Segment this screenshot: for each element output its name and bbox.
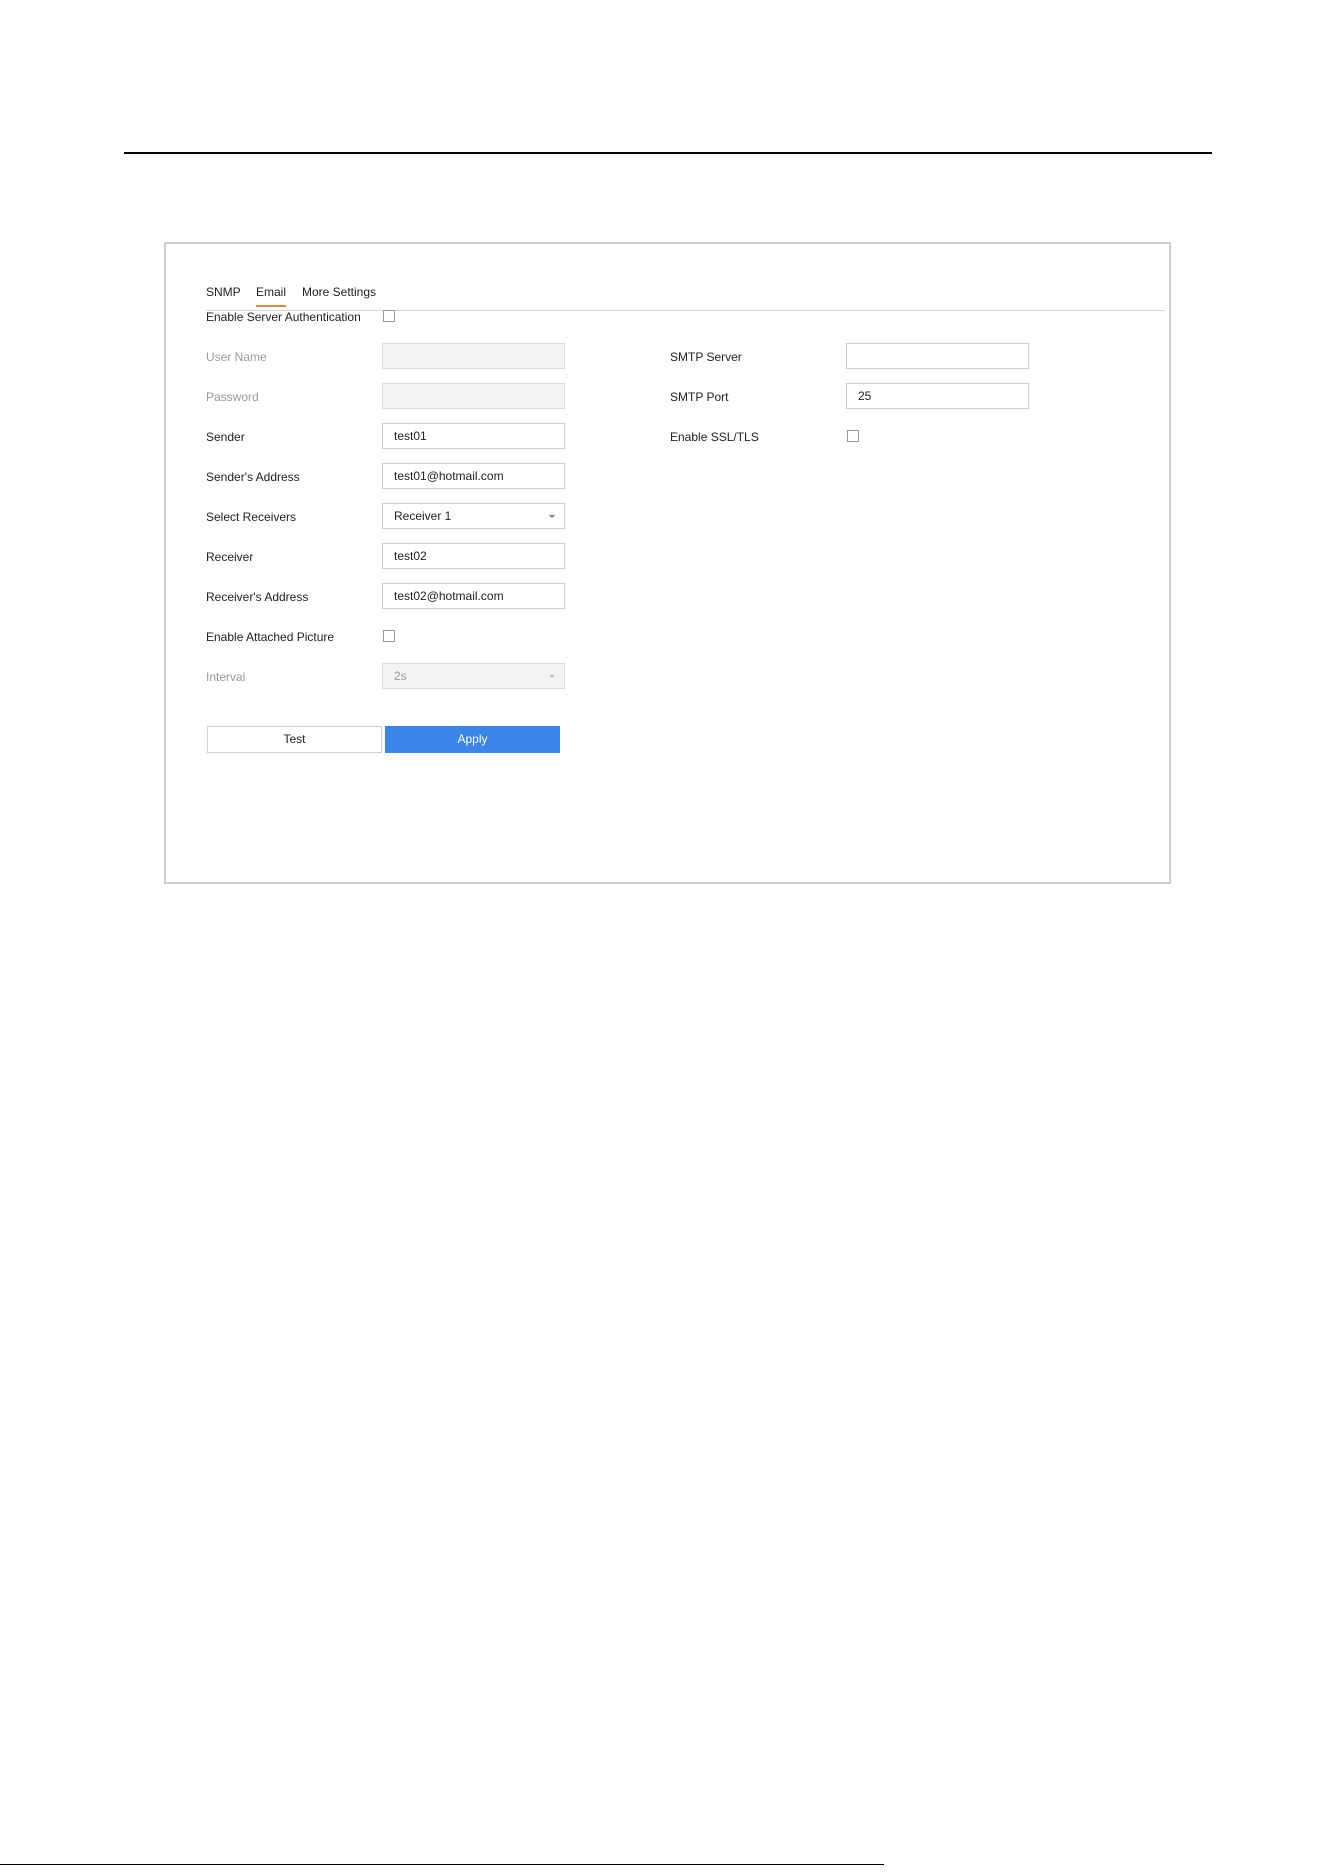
- enable-attached-picture-checkbox[interactable]: [383, 630, 395, 642]
- settings-tab-bar: SNMP Email More Settings: [206, 266, 1165, 311]
- receiver-address-input[interactable]: [382, 583, 565, 609]
- interval-label: Interval: [206, 670, 246, 684]
- smtp-port-label: SMTP Port: [670, 390, 729, 404]
- tab-more-settings[interactable]: More Settings: [302, 285, 376, 305]
- smtp-port-input[interactable]: [846, 383, 1029, 409]
- smtp-server-label: SMTP Server: [670, 350, 742, 364]
- select-receivers-dropdown[interactable]: Receiver 1: [382, 503, 565, 529]
- receiver-label: Receiver: [206, 550, 254, 564]
- select-receivers-value: Receiver 1: [394, 509, 452, 523]
- page-footer-rule: [0, 1864, 884, 1865]
- email-settings-panel: SNMP Email More Settings Enable Server A…: [164, 242, 1171, 884]
- enable-attached-picture-label: Enable Attached Picture: [206, 630, 335, 644]
- tab-snmp[interactable]: SNMP: [206, 285, 241, 305]
- user-name-label: User Name: [206, 350, 267, 364]
- password-label: Password: [206, 390, 259, 404]
- enable-server-auth-label: Enable Server Authentication: [206, 310, 361, 324]
- chevron-down-icon: [549, 675, 555, 678]
- sender-address-input[interactable]: [382, 463, 565, 489]
- page-header-rule: [124, 152, 1212, 154]
- interval-value: 2s: [394, 669, 407, 683]
- receiver-address-label: Receiver's Address: [206, 590, 309, 604]
- select-receivers-label: Select Receivers: [206, 510, 297, 524]
- sender-input[interactable]: [382, 423, 565, 449]
- test-button[interactable]: Test: [207, 726, 382, 753]
- password-input[interactable]: [382, 383, 565, 409]
- enable-ssl-tls-checkbox[interactable]: [847, 430, 859, 442]
- receiver-input[interactable]: [382, 543, 565, 569]
- user-name-input[interactable]: [382, 343, 565, 369]
- sender-label: Sender: [206, 430, 245, 444]
- enable-ssl-tls-label: Enable SSL/TLS: [670, 430, 759, 444]
- apply-button[interactable]: Apply: [385, 726, 560, 753]
- tab-email[interactable]: Email: [256, 285, 287, 307]
- enable-server-auth-checkbox[interactable]: [383, 310, 395, 322]
- sender-address-label: Sender's Address: [206, 470, 300, 484]
- interval-dropdown[interactable]: 2s: [382, 663, 565, 689]
- smtp-server-input[interactable]: [846, 343, 1029, 369]
- chevron-down-icon: [549, 515, 555, 518]
